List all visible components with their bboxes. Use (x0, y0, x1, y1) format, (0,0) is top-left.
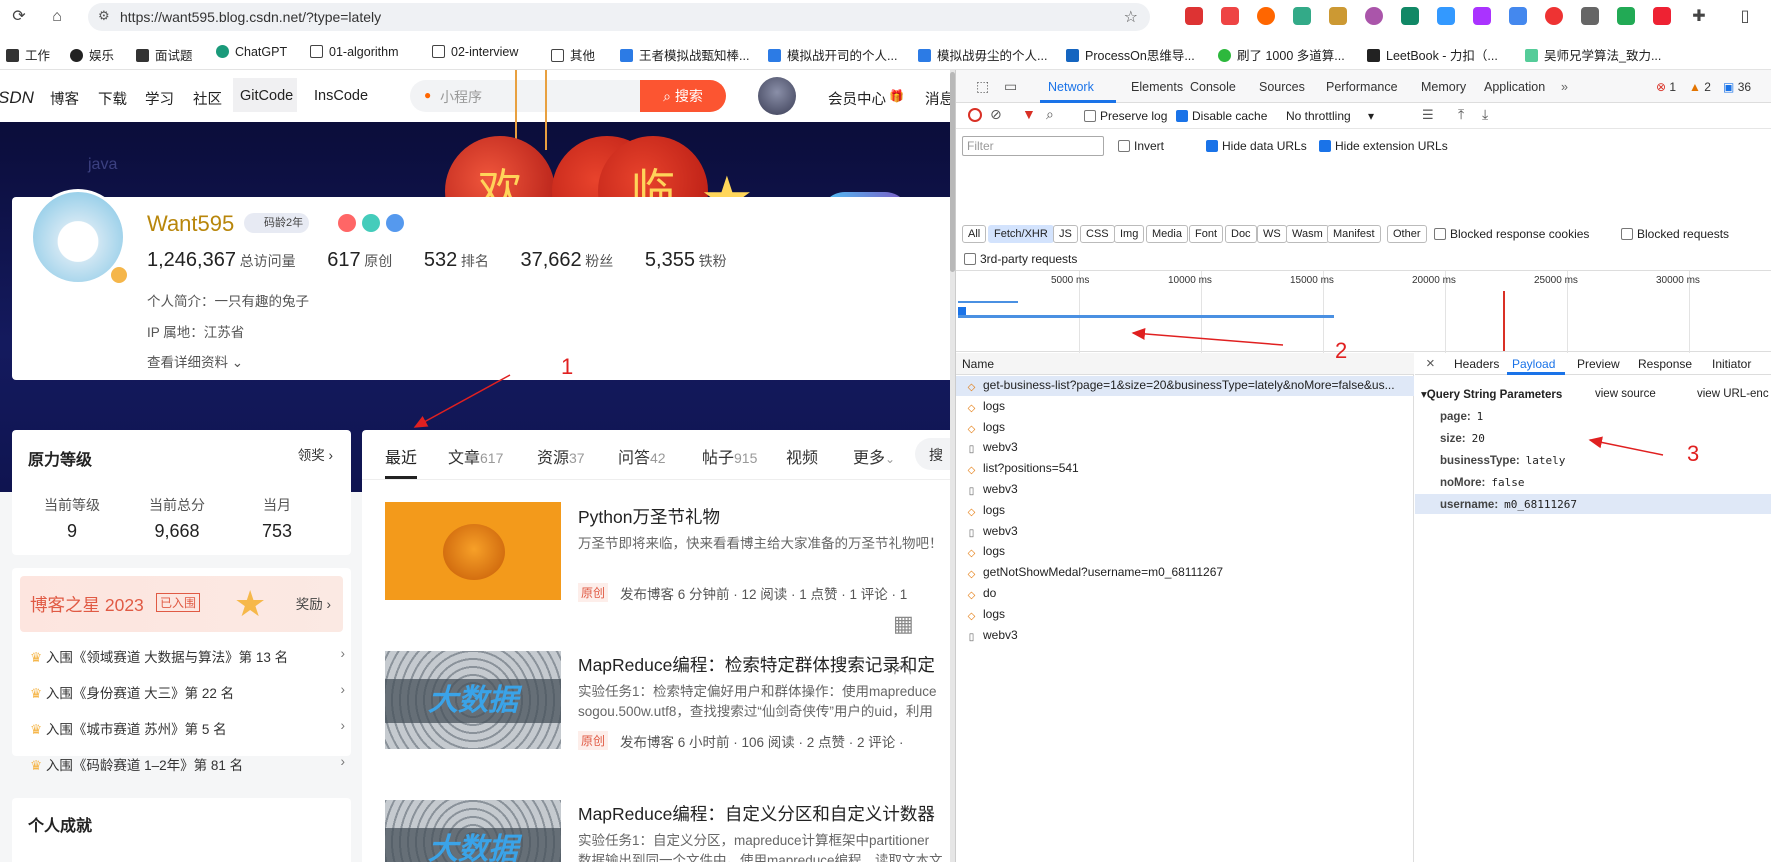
annotation-label-2: 2 (1335, 338, 1348, 363)
annotation-label-1: 1 (561, 354, 574, 379)
annotation-arrows (413, 327, 1664, 456)
annotation-label-3: 3 (1687, 441, 1700, 466)
annotation-arrow-2 (1131, 327, 1284, 346)
annotation-arrow-1 (413, 374, 511, 428)
annotation-arrow-3 (1588, 436, 1664, 456)
